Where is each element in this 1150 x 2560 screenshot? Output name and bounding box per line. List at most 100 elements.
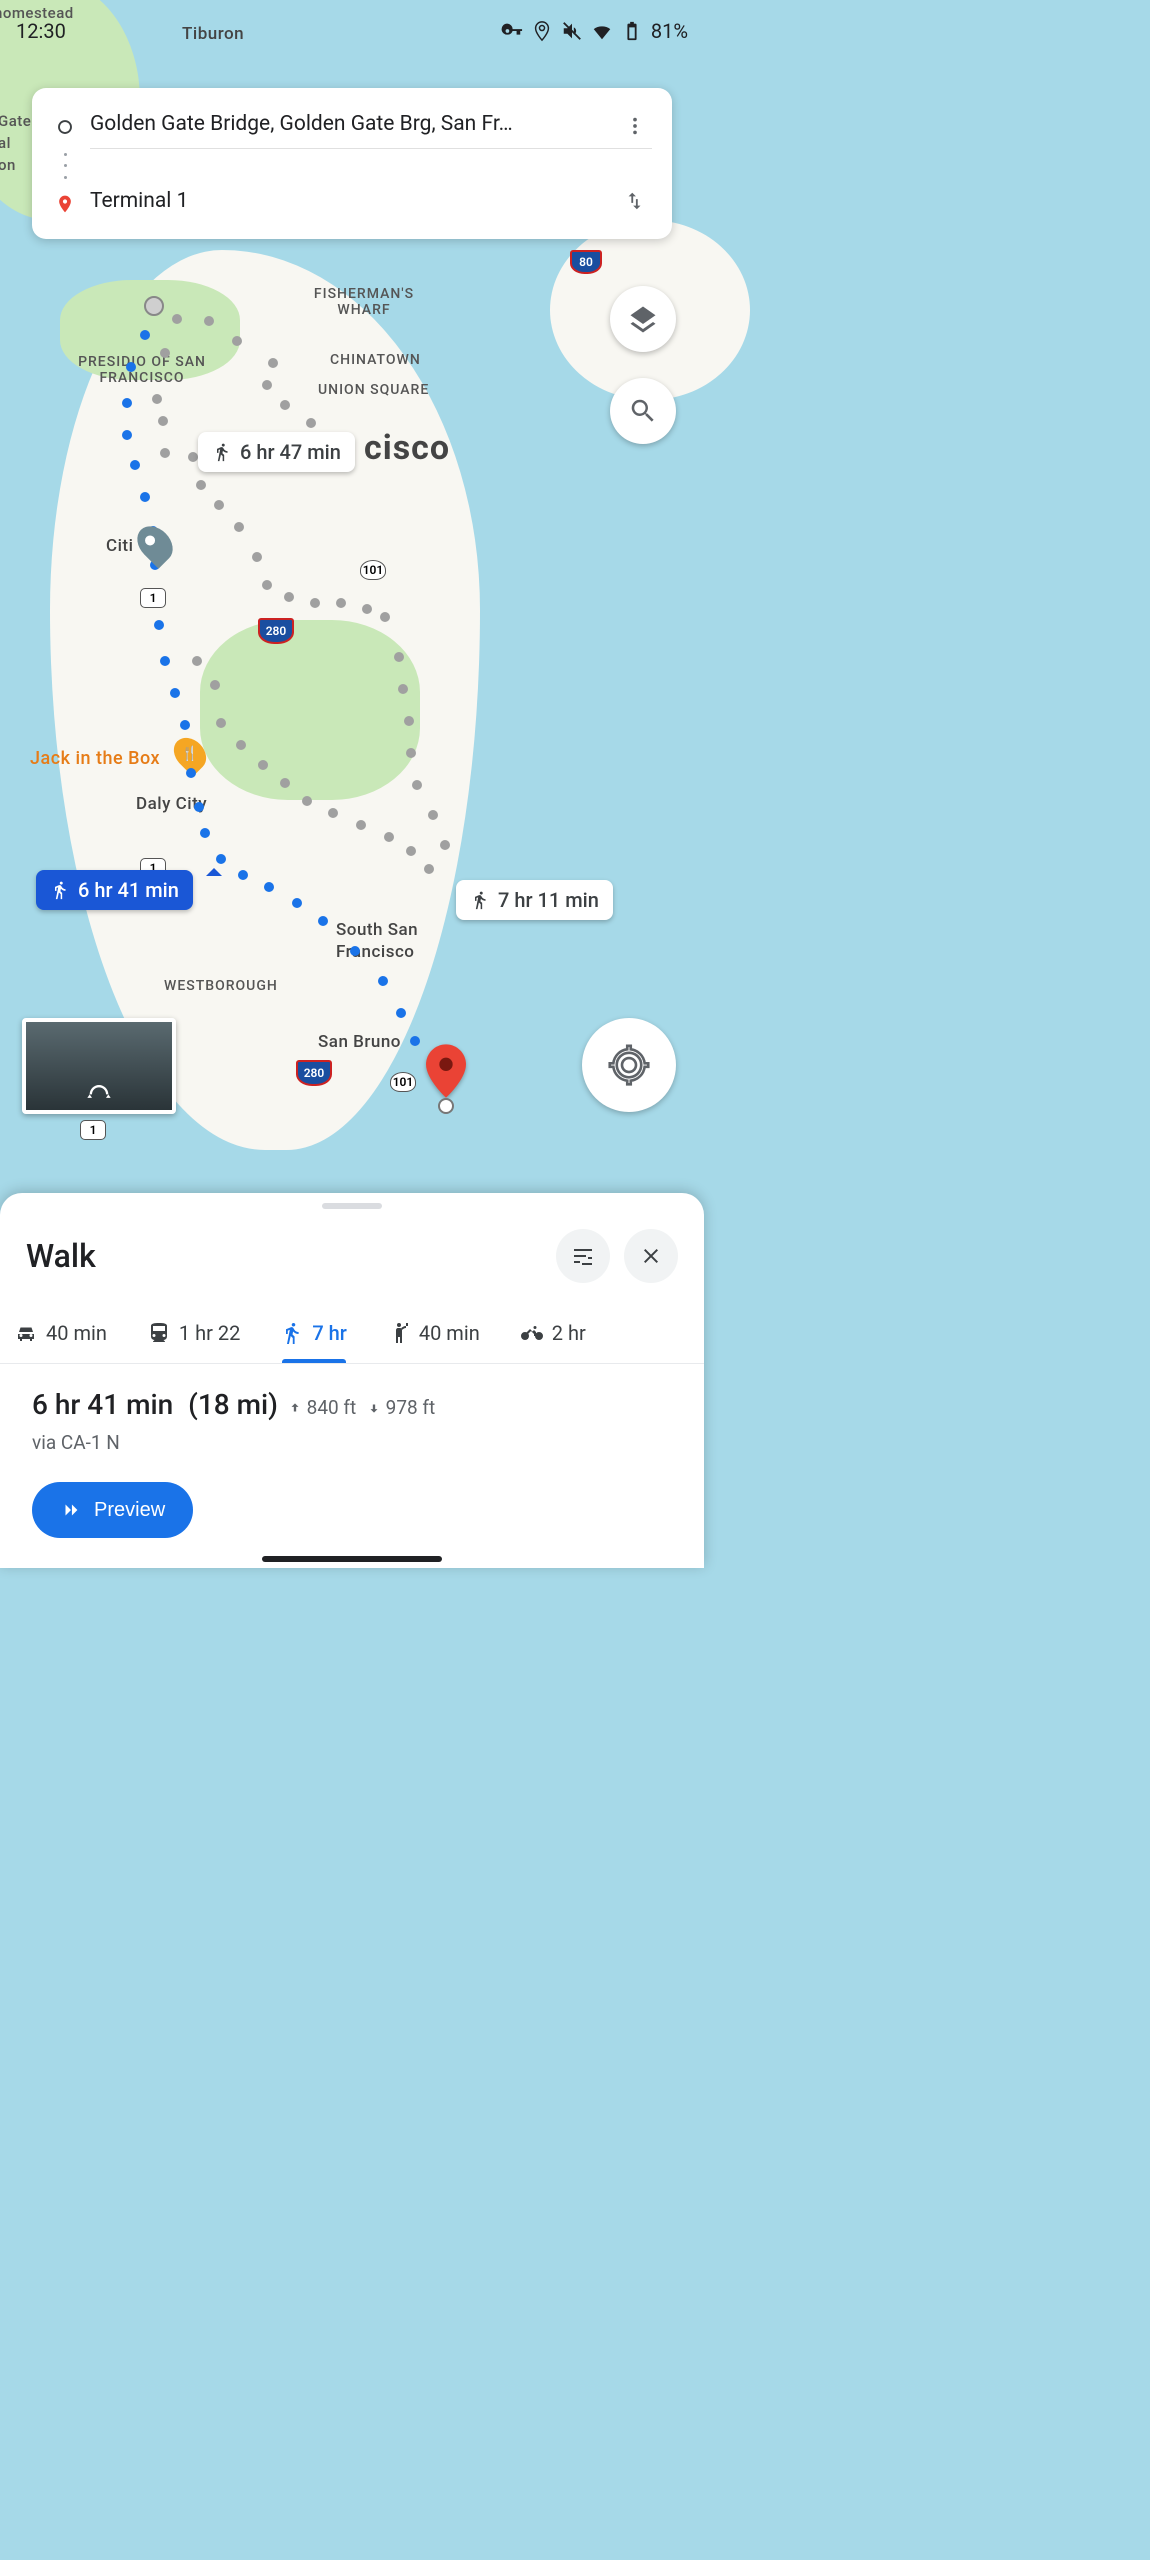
- map-label-ssf: Francisco: [336, 942, 414, 962]
- route-dot-alt: [216, 718, 226, 728]
- route-bubble-label: 6 hr 41 min: [78, 878, 179, 902]
- route-origin-dot: [144, 296, 164, 316]
- more-vert-icon: [624, 115, 646, 137]
- destination-marker-icon: [52, 194, 78, 214]
- swap-vert-icon: [624, 190, 646, 212]
- tab-label: 1 hr 22: [179, 1321, 240, 1345]
- route-dot-alt: [268, 358, 278, 368]
- route-dot-alt: [328, 808, 338, 818]
- route-dot-alt: [302, 796, 312, 806]
- route-dot: [318, 916, 328, 926]
- search-along-route-button[interactable]: [610, 378, 676, 444]
- route-dot: [170, 688, 180, 698]
- bottom-sheet[interactable]: Walk 40 min 1 hr 22 7 hr 40 min 2 hr: [0, 1193, 704, 1568]
- route-dot-alt: [406, 748, 416, 758]
- destination-text: Terminal 1: [90, 189, 652, 219]
- travel-mode-tabs: 40 min 1 hr 22 7 hr 40 min 2 hr: [0, 1297, 704, 1364]
- route-bubble-alt2[interactable]: 7 hr 11 min: [456, 880, 613, 920]
- route-dot-alt: [424, 864, 434, 874]
- destination-dot: [438, 1098, 454, 1114]
- route-dot-alt: [262, 380, 272, 390]
- route-dot-alt: [204, 316, 214, 326]
- route-dot: [200, 828, 210, 838]
- my-location-icon: [608, 1044, 650, 1086]
- route-dot-alt: [258, 760, 268, 770]
- route-bubble-active[interactable]: 6 hr 41 min: [36, 870, 193, 910]
- status-battery: 81%: [651, 19, 688, 43]
- tab-label: 7 hr: [312, 1321, 347, 1345]
- hwy-shield-ca1: 1: [80, 1120, 106, 1140]
- more-options-button[interactable]: [613, 104, 657, 148]
- wifi-icon: [591, 20, 613, 42]
- tab-walk[interactable]: 7 hr: [260, 1307, 367, 1363]
- route-dot-alt: [440, 840, 450, 850]
- trip-options-button[interactable]: [556, 1229, 610, 1283]
- map-label-san-bruno: San Bruno: [318, 1032, 401, 1052]
- tab-drive[interactable]: 40 min: [0, 1307, 127, 1363]
- my-location-button[interactable]: [582, 1018, 676, 1112]
- destination-pin-icon[interactable]: [426, 1044, 466, 1084]
- vpn-key-icon: [501, 20, 523, 42]
- route-dot-alt: [412, 780, 422, 790]
- map-label-jack-in-the-box: Jack in the Box: [30, 748, 160, 769]
- route-dot-alt: [356, 820, 366, 830]
- hwy-shield-i80: 80: [570, 250, 602, 274]
- map-label: al: [0, 134, 11, 152]
- route-dot: [410, 1036, 420, 1046]
- map-label-presidio: PRESIDIO OF SAN FRANCISCO: [72, 354, 212, 386]
- map-label-fishermans-wharf: FISHERMAN'S WHARF: [304, 286, 424, 318]
- android-nav-bar[interactable]: [262, 1556, 442, 1562]
- tab-rideshare[interactable]: 40 min: [367, 1307, 500, 1363]
- preview-button[interactable]: Preview: [32, 1482, 193, 1538]
- map-label-sf-partial: cisco: [364, 428, 450, 468]
- walk-icon: [280, 1321, 304, 1345]
- route-via: via CA-1 N: [32, 1431, 672, 1454]
- hwy-shield-us101: 101: [390, 1072, 416, 1092]
- layers-button[interactable]: [610, 286, 676, 352]
- route-dot-alt: [252, 552, 262, 562]
- map-label: Gate: [0, 112, 31, 130]
- route-dot-alt: [188, 452, 198, 462]
- destination-row[interactable]: Terminal 1: [52, 183, 652, 225]
- route-dot-alt: [158, 416, 168, 426]
- tab-transit[interactable]: 1 hr 22: [127, 1307, 260, 1363]
- close-button[interactable]: [624, 1229, 678, 1283]
- map-label-ssf: South San: [336, 920, 418, 940]
- route-dot: [350, 946, 360, 956]
- route-dot: [292, 898, 302, 908]
- double-chevron-icon: [60, 1499, 82, 1521]
- walk-icon: [50, 880, 70, 900]
- tab-label: 40 min: [46, 1321, 107, 1345]
- car-icon: [14, 1321, 38, 1345]
- route-dot-alt: [172, 314, 182, 324]
- route-dot-alt: [196, 480, 206, 490]
- preview-button-label: Preview: [94, 1499, 165, 1522]
- map-label: on: [0, 156, 16, 174]
- route-dot-alt: [192, 656, 202, 666]
- swap-button[interactable]: [613, 179, 657, 223]
- route-dot-alt: [310, 598, 320, 608]
- origin-circle-icon: [52, 118, 78, 136]
- route-dot-alt: [336, 598, 346, 608]
- walk-icon: [212, 442, 232, 462]
- route-dot-alt: [214, 500, 224, 510]
- tab-bike[interactable]: 2 hr: [500, 1307, 596, 1363]
- hwy-shield-i280: 280: [296, 1060, 332, 1086]
- street-view-thumbnail[interactable]: [22, 1018, 176, 1114]
- origin-row[interactable]: Golden Gate Bridge, Golden Gate Brg, San…: [52, 106, 652, 148]
- hwy-shield-ca1: 1: [140, 588, 166, 608]
- arrow-down-icon: [367, 1401, 381, 1415]
- route-summary: 6 hr 41 min (18 mi) 840 ft 978 ft via CA…: [0, 1364, 704, 1464]
- route-dot-alt: [380, 612, 390, 622]
- waypoint-dots-icon: [52, 149, 78, 183]
- train-icon: [147, 1321, 171, 1345]
- route-bubble-alt1[interactable]: 6 hr 47 min: [198, 432, 355, 472]
- sheet-drag-handle[interactable]: [322, 1203, 382, 1209]
- route-dot-alt: [394, 652, 404, 662]
- route-dot-alt: [232, 336, 242, 346]
- status-time: 12:30: [16, 19, 66, 43]
- hail-icon: [387, 1321, 411, 1345]
- route-dot-alt: [406, 846, 416, 856]
- route-dot: [186, 768, 196, 778]
- sheet-title: Walk: [26, 1237, 542, 1275]
